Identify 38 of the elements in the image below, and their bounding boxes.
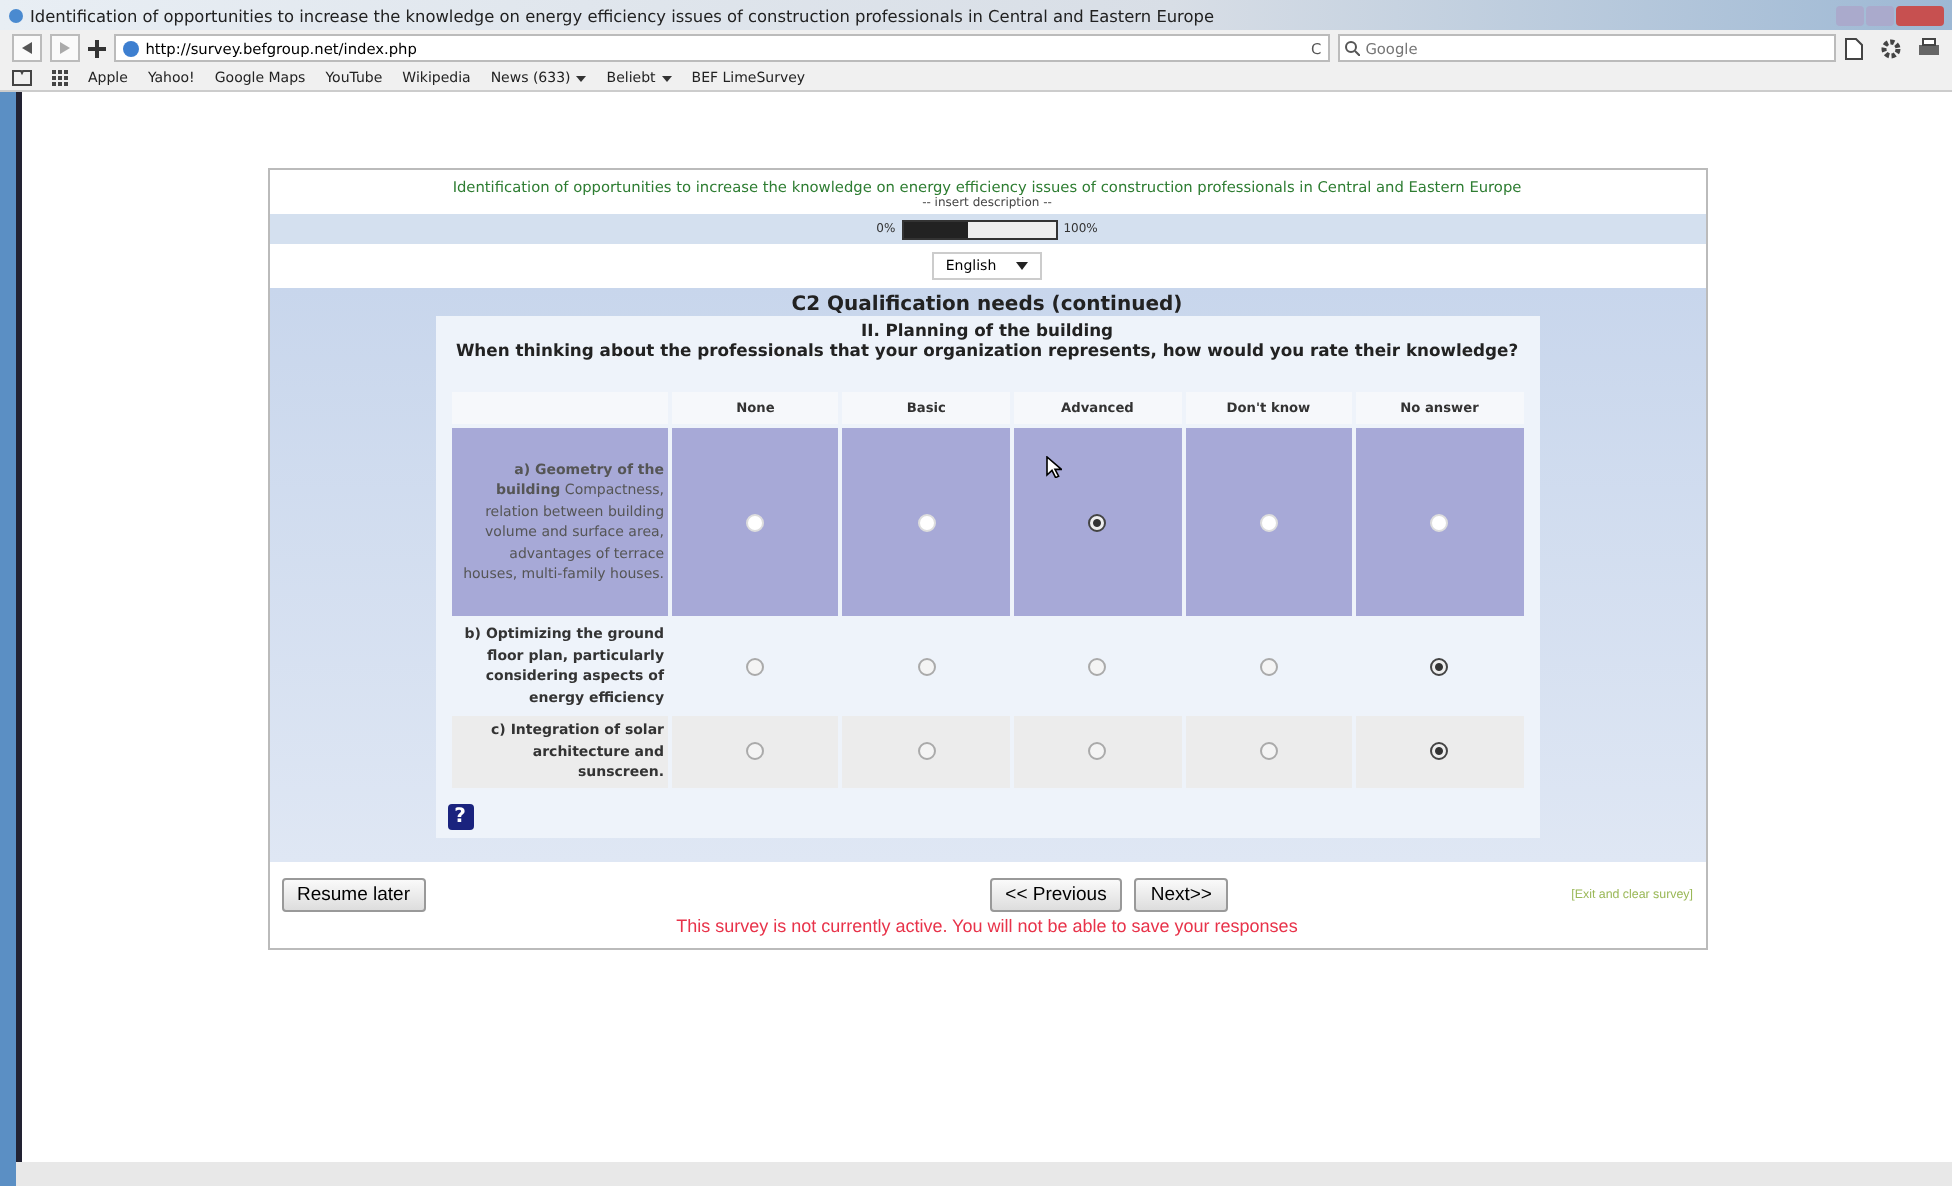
- inactive-notice: This survey is not currently active. You will not be able to save your responses: [674, 913, 1300, 940]
- grid-icon[interactable]: [52, 70, 68, 86]
- question-subheading: II. Planning of the building: [858, 320, 1116, 340]
- radio-button[interactable]: [746, 657, 765, 675]
- back-button[interactable]: [12, 34, 43, 62]
- help-icon[interactable]: ?: [447, 803, 473, 829]
- radio-button[interactable]: [746, 742, 765, 761]
- radio-button[interactable]: [917, 742, 936, 761]
- browser-icon: [8, 7, 24, 23]
- caret-icon: [1016, 262, 1029, 270]
- radio-button[interactable]: [1088, 513, 1107, 531]
- window-title: Identification of opportunities to increase the knowledge on energy efficiency issues of construction professionals in Central and Eastern Europe: [30, 5, 1214, 25]
- question-text: When thinking about the professionals that your organization represents, how would you rate their knowledge?: [453, 340, 1521, 360]
- settings-icon[interactable]: [1880, 37, 1902, 59]
- page-icon[interactable]: [1844, 37, 1864, 59]
- maximize-button[interactable]: [1866, 5, 1894, 25]
- book-icon[interactable]: [12, 70, 32, 86]
- resume-later-button[interactable]: Resume later: [281, 877, 426, 911]
- dropdown-caret-icon[interactable]: [661, 75, 672, 81]
- radio-button[interactable]: [1259, 742, 1278, 761]
- printer-icon[interactable]: [1918, 37, 1940, 59]
- forward-icon: [60, 42, 71, 54]
- next-button[interactable]: Next>>: [1134, 877, 1228, 911]
- previous-button[interactable]: << Previous: [989, 877, 1123, 911]
- back-icon: [22, 42, 33, 54]
- radio-button[interactable]: [1088, 742, 1107, 761]
- close-button[interactable]: [1896, 5, 1944, 25]
- radio-button[interactable]: [1430, 742, 1449, 761]
- search-icon: [1343, 40, 1360, 56]
- radio-button[interactable]: [917, 657, 936, 675]
- plus-icon[interactable]: [88, 39, 106, 57]
- group-heading: C2 Qualification needs (continued): [789, 294, 1185, 316]
- globe-icon: [121, 39, 140, 57]
- dropdown-caret-icon[interactable]: [576, 75, 587, 81]
- radio-button[interactable]: [1430, 657, 1449, 675]
- cursor-icon: [1045, 456, 1062, 478]
- radio-button[interactable]: [1259, 657, 1278, 675]
- radio-button[interactable]: [1088, 657, 1107, 675]
